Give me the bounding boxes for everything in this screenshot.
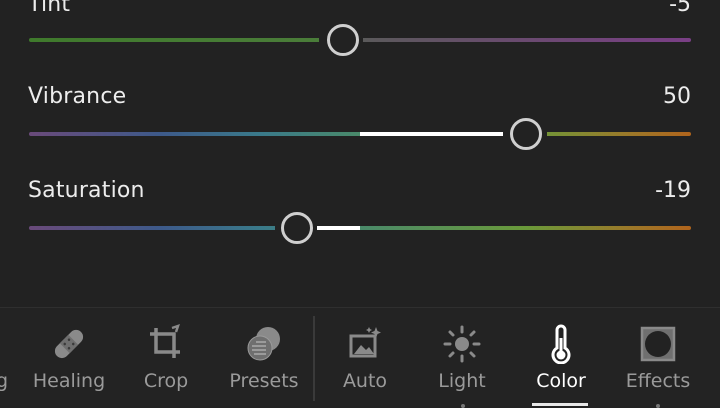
saturation-value[interactable]: -19 (655, 178, 691, 203)
tint-value[interactable]: -5 (669, 0, 691, 17)
tint-slider-thumb[interactable] (327, 24, 359, 56)
tint-label: Tint (28, 0, 71, 17)
tool-light[interactable]: Light (417, 308, 507, 406)
effects-vignette-icon (640, 326, 676, 362)
tool-light-label: Light (438, 370, 486, 392)
toolbar-divider (313, 316, 315, 401)
tool-healing-label: Healing (32, 370, 106, 392)
tint-slider-row: Tint -5 (0, 0, 720, 66)
vibrance-slider-row: Vibrance 50 (0, 80, 720, 160)
tool-presets[interactable]: Presets (219, 308, 309, 406)
tool-presets-label: Presets (229, 370, 299, 392)
tool-auto[interactable]: Auto (320, 308, 410, 406)
saturation-label: Saturation (28, 178, 145, 203)
edit-toolbar: g Healing Crop Presets Auto Light Color … (0, 307, 720, 408)
tool-crop[interactable]: Crop (121, 308, 211, 406)
auto-enhance-icon (349, 327, 381, 358)
partial-tool-label[interactable]: g (0, 370, 8, 392)
sun-icon (443, 325, 481, 363)
vibrance-value[interactable]: 50 (663, 84, 691, 109)
tool-crop-label: Crop (143, 370, 189, 392)
tool-effects-label: Effects (625, 370, 691, 392)
crop-icon (150, 324, 180, 358)
presets-icon (247, 327, 280, 361)
vibrance-track[interactable] (29, 118, 691, 150)
vibrance-label: Vibrance (28, 84, 127, 109)
tool-auto-label: Auto (342, 370, 388, 392)
tint-track[interactable] (29, 24, 691, 56)
thermometer-icon (551, 324, 571, 364)
tool-color[interactable]: Color (516, 308, 606, 406)
tool-effects[interactable]: Effects (613, 308, 703, 406)
saturation-slider-row: Saturation -19 (0, 174, 720, 254)
saturation-track[interactable] (29, 212, 691, 244)
tool-healing[interactable]: Healing (24, 308, 114, 406)
saturation-slider-thumb[interactable] (281, 212, 313, 244)
tool-color-label: Color (536, 370, 586, 392)
vibrance-slider-thumb[interactable] (510, 118, 542, 150)
bandage-icon (54, 329, 84, 359)
